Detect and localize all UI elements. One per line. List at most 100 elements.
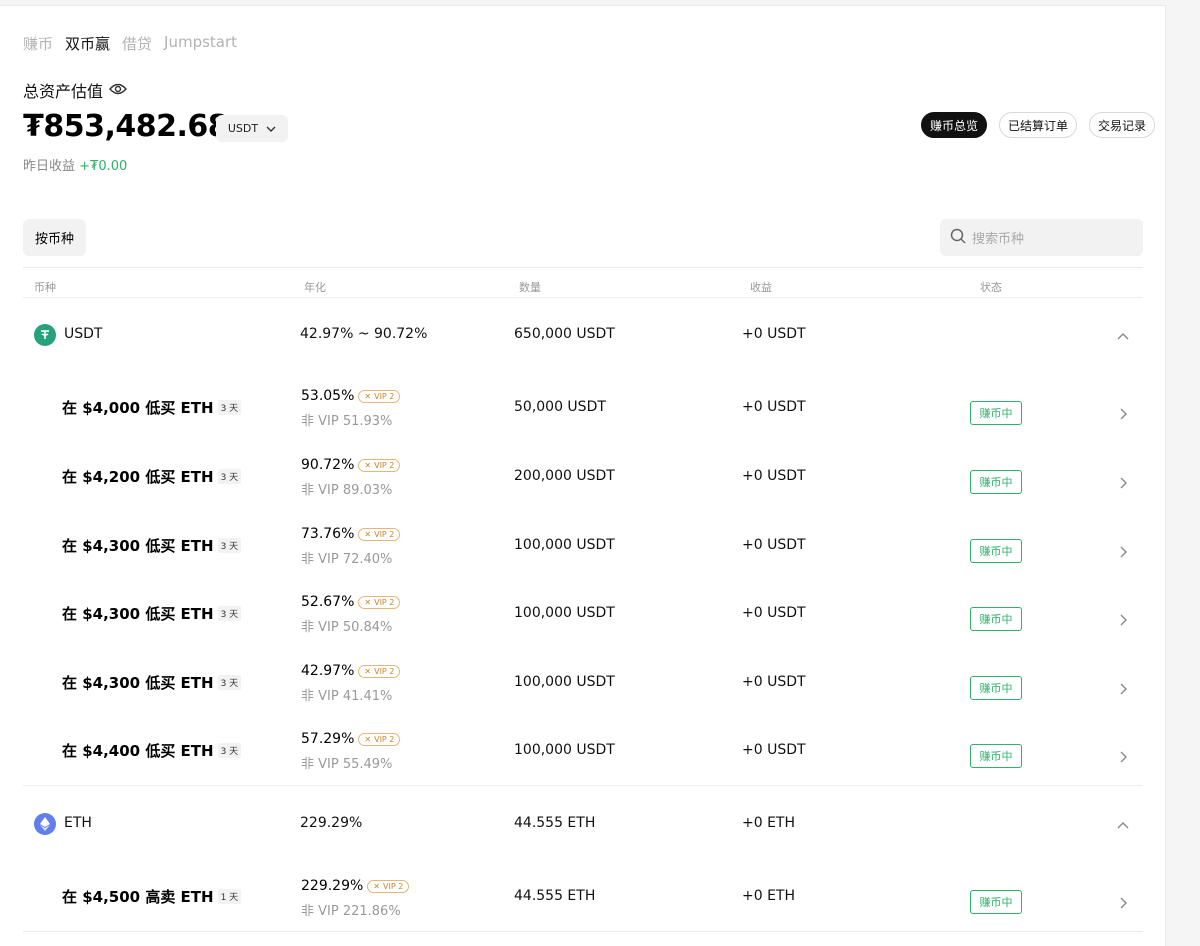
- product-name: 在 $4,400 低买 ETH 3 天: [62, 740, 242, 761]
- eye-icon[interactable]: [109, 81, 127, 100]
- product-name-text: 在 $4,200 低买 ETH: [62, 468, 214, 486]
- group-amount-usdt: 650,000 USDT: [514, 326, 615, 342]
- column-header-profit: 收益: [750, 281, 772, 294]
- vip-badge-text: VIP 2: [374, 597, 395, 607]
- vip-badge-text: VIP 2: [374, 734, 395, 744]
- product-profit: +0 USDT: [742, 468, 806, 484]
- yesterday-profit-value: +₮0.00: [79, 159, 128, 174]
- status-badge: 赚币中: [970, 607, 1022, 631]
- status-badge: 赚币中: [970, 470, 1022, 494]
- group-apr-eth: 229.29%: [300, 815, 363, 831]
- trade-history-button[interactable]: 交易记录: [1089, 112, 1156, 138]
- product-name-text: 在 $4,300 低买 ETH: [62, 537, 214, 555]
- status-badge: 赚币中: [970, 744, 1022, 768]
- product-profit: +0 USDT: [742, 605, 806, 621]
- chevron-right-icon[interactable]: [1116, 681, 1130, 695]
- earn-overview-button[interactable]: 赚币总览: [921, 112, 988, 138]
- product-name: 在 $4,300 低买 ETH 3 天: [62, 603, 242, 624]
- vip-badge-text: VIP 2: [374, 460, 395, 470]
- yesterday-profit: 昨日收益 +₮0.00: [23, 155, 127, 174]
- tab-dual-investment[interactable]: 双币赢: [65, 33, 110, 54]
- product-name: 在 $4,300 低买 ETH 3 天: [62, 535, 242, 556]
- status-badge: 赚币中: [970, 401, 1022, 425]
- column-header-status: 状态: [980, 281, 1002, 294]
- currency-select-value: USDT: [227, 122, 259, 135]
- chevron-right-icon[interactable]: [1116, 406, 1130, 420]
- product-amount: 100,000 USDT: [514, 537, 615, 553]
- tab-jumpstart[interactable]: Jumpstart: [164, 33, 237, 54]
- vip-icon: ✕: [364, 391, 372, 401]
- vip-icon: ✕: [364, 734, 372, 744]
- vip-badge: ✕ VIP 2: [358, 389, 401, 403]
- chevron-right-icon[interactable]: [1116, 544, 1130, 558]
- product-apr: 52.67% ✕ VIP 2: [301, 594, 401, 610]
- coin-name-eth: ETH: [64, 815, 92, 831]
- product-profit: +0 USDT: [742, 674, 806, 690]
- product-apr: 90.72% ✕ VIP 2: [301, 457, 401, 473]
- tab-loan[interactable]: 借贷: [122, 33, 152, 54]
- nonvip-apr: 非 VIP 41.41%: [301, 689, 393, 704]
- vip-badge: ✕ VIP 2: [358, 527, 401, 541]
- nonvip-apr: 非 VIP 221.86%: [301, 904, 401, 919]
- total-asset-text: 总资产估值: [23, 82, 104, 101]
- nonvip-apr: 非 VIP 50.84%: [301, 620, 393, 635]
- term-badge: 1 天: [217, 889, 242, 904]
- tab-earn[interactable]: 赚币: [23, 33, 53, 54]
- product-amount: 100,000 USDT: [514, 674, 615, 690]
- group-profit-eth: +0 ETH: [742, 815, 796, 831]
- product-name: 在 $4,300 低买 ETH 3 天: [62, 672, 242, 693]
- product-apr: 229.29% ✕ VIP 2: [301, 878, 410, 894]
- divider: [23, 931, 1143, 932]
- vip-icon: ✕: [364, 460, 372, 470]
- filter-by-coin-button[interactable]: 按币种: [23, 219, 86, 256]
- term-badge: 3 天: [217, 469, 242, 484]
- chevron-right-icon[interactable]: [1116, 612, 1130, 626]
- product-apr: 73.76% ✕ VIP 2: [301, 526, 401, 542]
- chevron-right-icon[interactable]: [1116, 475, 1130, 489]
- product-apr: 57.29% ✕ VIP 2: [301, 731, 401, 747]
- chevron-right-icon[interactable]: [1116, 749, 1130, 763]
- product-amount: 50,000 USDT: [514, 399, 606, 415]
- product-apr: 53.05% ✕ VIP 2: [301, 388, 401, 404]
- vip-badge: ✕ VIP 2: [358, 595, 401, 609]
- vip-icon: ✕: [364, 666, 372, 676]
- apr-value: 53.05%: [301, 388, 355, 404]
- apr-value: 57.29%: [301, 731, 355, 747]
- product-name-text: 在 $4,000 低买 ETH: [62, 399, 214, 417]
- currency-select[interactable]: USDT: [216, 115, 288, 142]
- product-amount: 200,000 USDT: [514, 468, 615, 484]
- vip-badge: ✕ VIP 2: [358, 664, 401, 678]
- chevron-up-icon[interactable]: [1116, 818, 1130, 832]
- status-badge: 赚币中: [970, 890, 1022, 914]
- search-input[interactable]: 搜索币种: [940, 219, 1143, 256]
- product-profit: +0 USDT: [742, 742, 806, 758]
- term-badge: 3 天: [217, 606, 242, 621]
- term-badge: 3 天: [217, 538, 242, 553]
- product-profit: +0 ETH: [742, 888, 796, 904]
- apr-value: 73.76%: [301, 526, 355, 542]
- settled-orders-button[interactable]: 已结算订单: [999, 112, 1078, 138]
- product-amount: 44.555 ETH: [514, 888, 596, 904]
- divider: [23, 297, 1143, 298]
- product-profit: +0 USDT: [742, 537, 806, 553]
- vip-badge: ✕ VIP 2: [358, 458, 401, 472]
- column-header-coin: 币种: [34, 281, 56, 294]
- nonvip-apr: 非 VIP 72.40%: [301, 552, 393, 567]
- search-placeholder: 搜索币种: [972, 232, 1025, 247]
- vip-icon: ✕: [373, 881, 380, 891]
- chevron-up-icon[interactable]: [1116, 329, 1130, 343]
- term-badge: 3 天: [217, 675, 242, 690]
- chevron-down-icon: [266, 122, 276, 135]
- nonvip-apr: 非 VIP 55.49%: [301, 757, 393, 772]
- vip-badge: ✕ VIP 2: [358, 732, 401, 746]
- term-badge: 3 天: [217, 743, 242, 758]
- column-header-amount: 数量: [519, 281, 541, 294]
- product-name-text: 在 $4,400 低买 ETH: [62, 742, 214, 760]
- group-apr-usdt: 42.97% ~ 90.72%: [300, 326, 428, 342]
- divider: [23, 785, 1143, 786]
- apr-value: 52.67%: [301, 594, 355, 610]
- chevron-right-icon[interactable]: [1116, 895, 1130, 909]
- nonvip-apr: 非 VIP 51.93%: [301, 414, 393, 429]
- eth-coin-icon: [34, 813, 56, 835]
- status-badge: 赚币中: [970, 539, 1022, 563]
